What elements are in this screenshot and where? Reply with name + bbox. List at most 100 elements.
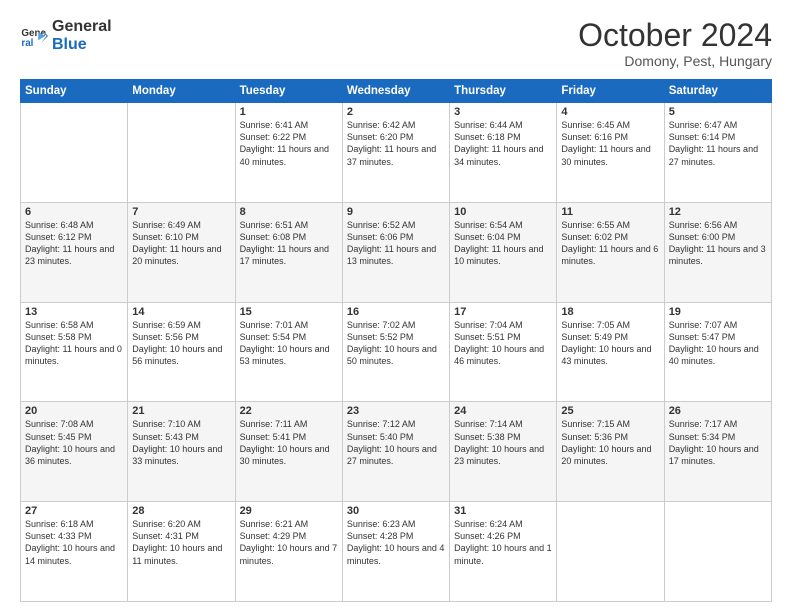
calendar-cell <box>557 502 664 602</box>
day-number: 14 <box>132 306 230 318</box>
day-number: 12 <box>669 206 767 218</box>
page: Gene ral General Blue October 2024 Domon… <box>0 0 792 612</box>
day-number: 13 <box>25 306 123 318</box>
calendar-cell: 25 Sunrise: 7:15 AMSunset: 5:36 PMDayligh… <box>557 402 664 502</box>
cell-text: Sunrise: 7:10 AMSunset: 5:43 PMDaylight:… <box>132 419 222 465</box>
calendar-cell: 6 Sunrise: 6:48 AMSunset: 6:12 PMDaylight… <box>21 202 128 302</box>
day-number: 11 <box>561 206 659 218</box>
cell-text: Sunrise: 7:01 AMSunset: 5:54 PMDaylight:… <box>240 320 330 366</box>
calendar-cell: 1 Sunrise: 6:41 AMSunset: 6:22 PMDaylight… <box>235 103 342 203</box>
calendar-cell: 11 Sunrise: 6:55 AMSunset: 6:02 PMDayligh… <box>557 202 664 302</box>
calendar-cell: 10Sunrise: 6:54 AMSunset: 6:04 PMDayligh… <box>450 202 557 302</box>
logo: Gene ral General Blue <box>20 18 112 53</box>
day-number: 22 <box>240 405 338 417</box>
main-title: October 2024 <box>578 18 772 53</box>
calendar-cell: 22 Sunrise: 7:11 AMSunset: 5:41 PMDayligh… <box>235 402 342 502</box>
logo-icon: Gene ral <box>20 22 48 50</box>
logo-line1: General <box>52 18 112 36</box>
calendar-cell: 30 Sunrise: 6:23 AMSunset: 4:28 PMDayligh… <box>342 502 449 602</box>
calendar-cell: 9 Sunrise: 6:52 AMSunset: 6:06 PMDaylight… <box>342 202 449 302</box>
calendar-cell: 3 Sunrise: 6:44 AMSunset: 6:18 PMDaylight… <box>450 103 557 203</box>
calendar-cell <box>21 103 128 203</box>
calendar-cell: 2Sunrise: 6:42 AMSunset: 6:20 PMDaylight… <box>342 103 449 203</box>
calendar-cell: 13Sunrise: 6:58 AMSunset: 5:58 PMDayligh… <box>21 302 128 402</box>
calendar-cell: 29 Sunrise: 6:21 AMSunset: 4:29 PMDayligh… <box>235 502 342 602</box>
cell-text: Sunrise: 7:05 AMSunset: 5:49 PMDaylight:… <box>561 320 651 366</box>
title-block: October 2024 Domony, Pest, Hungary <box>578 18 772 69</box>
cell-text: Sunrise: 6:52 AMSunset: 6:06 PMDaylight:… <box>347 220 436 266</box>
cell-text: Sunrise: 7:17 AMSunset: 5:34 PMDaylight:… <box>669 419 759 465</box>
cell-text: Sunrise: 7:11 AMSunset: 5:41 PMDaylight:… <box>240 419 330 465</box>
day-number: 10 <box>454 206 552 218</box>
cell-text: Sunrise: 6:21 AMSunset: 4:29 PMDaylight:… <box>240 519 338 565</box>
cell-text: Sunrise: 6:20 AMSunset: 4:31 PMDaylight:… <box>132 519 222 565</box>
day-header-saturday: Saturday <box>664 80 771 103</box>
day-header-monday: Monday <box>128 80 235 103</box>
day-number: 16 <box>347 306 445 318</box>
calendar-cell: 21 Sunrise: 7:10 AMSunset: 5:43 PMDayligh… <box>128 402 235 502</box>
cell-text: Sunrise: 6:51 AMSunset: 6:08 PMDaylight:… <box>240 220 329 266</box>
cell-text: Sunrise: 7:02 AMSunset: 5:52 PMDaylight:… <box>347 320 437 366</box>
calendar-cell <box>128 103 235 203</box>
calendar-cell: 4Sunrise: 6:45 AMSunset: 6:16 PMDaylight… <box>557 103 664 203</box>
calendar-cell: 17 Sunrise: 7:04 AMSunset: 5:51 PMDayligh… <box>450 302 557 402</box>
calendar-cell: 15Sunrise: 7:01 AMSunset: 5:54 PMDayligh… <box>235 302 342 402</box>
day-number: 4 <box>561 106 659 118</box>
cell-text: Sunrise: 6:56 AMSunset: 6:00 PMDaylight:… <box>669 220 766 266</box>
day-number: 19 <box>669 306 767 318</box>
calendar-cell: 31 Sunrise: 6:24 AMSunset: 4:26 PMDayligh… <box>450 502 557 602</box>
calendar-cell: 5Sunrise: 6:47 AMSunset: 6:14 PMDaylight… <box>664 103 771 203</box>
day-number: 9 <box>347 206 445 218</box>
calendar-cell: 7 Sunrise: 6:49 AMSunset: 6:10 PMDaylight… <box>128 202 235 302</box>
cell-text: Sunrise: 6:48 AMSunset: 6:12 PMDaylight:… <box>25 220 114 266</box>
day-number: 21 <box>132 405 230 417</box>
cell-text: Sunrise: 7:04 AMSunset: 5:51 PMDaylight:… <box>454 320 544 366</box>
day-number: 26 <box>669 405 767 417</box>
cell-text: Sunrise: 6:44 AMSunset: 6:18 PMDaylight:… <box>454 120 543 166</box>
calendar-cell: 26 Sunrise: 7:17 AMSunset: 5:34 PMDayligh… <box>664 402 771 502</box>
calendar-table: SundayMondayTuesdayWednesdayThursdayFrid… <box>20 79 772 602</box>
cell-text: Sunrise: 6:42 AMSunset: 6:20 PMDaylight:… <box>347 120 436 166</box>
header: Gene ral General Blue October 2024 Domon… <box>20 18 772 69</box>
day-number: 23 <box>347 405 445 417</box>
day-header-sunday: Sunday <box>21 80 128 103</box>
calendar-cell: 20 Sunrise: 7:08 AMSunset: 5:45 PMDayligh… <box>21 402 128 502</box>
calendar-cell: 14 Sunrise: 6:59 AMSunset: 5:56 PMDayligh… <box>128 302 235 402</box>
svg-text:ral: ral <box>21 37 33 48</box>
calendar-cell <box>664 502 771 602</box>
day-number: 8 <box>240 206 338 218</box>
day-number: 17 <box>454 306 552 318</box>
calendar-cell: 8 Sunrise: 6:51 AMSunset: 6:08 PMDaylight… <box>235 202 342 302</box>
day-number: 24 <box>454 405 552 417</box>
day-number: 18 <box>561 306 659 318</box>
day-number: 1 <box>240 106 338 118</box>
cell-text: Sunrise: 6:59 AMSunset: 5:56 PMDaylight:… <box>132 320 222 366</box>
cell-text: Sunrise: 6:55 AMSunset: 6:02 PMDaylight:… <box>561 220 658 266</box>
cell-text: Sunrise: 6:41 AMSunset: 6:22 PMDaylight:… <box>240 120 329 166</box>
logo-line2: Blue <box>52 36 112 54</box>
calendar-cell: 12 Sunrise: 6:56 AMSunset: 6:00 PMDayligh… <box>664 202 771 302</box>
day-number: 25 <box>561 405 659 417</box>
day-number: 20 <box>25 405 123 417</box>
calendar-cell: 28 Sunrise: 6:20 AMSunset: 4:31 PMDayligh… <box>128 502 235 602</box>
day-number: 31 <box>454 505 552 517</box>
day-number: 30 <box>347 505 445 517</box>
day-number: 6 <box>25 206 123 218</box>
calendar-cell: 23Sunrise: 7:12 AMSunset: 5:40 PMDayligh… <box>342 402 449 502</box>
cell-text: Sunrise: 6:49 AMSunset: 6:10 PMDaylight:… <box>132 220 221 266</box>
calendar-cell: 19Sunrise: 7:07 AMSunset: 5:47 PMDayligh… <box>664 302 771 402</box>
day-header-tuesday: Tuesday <box>235 80 342 103</box>
day-number: 5 <box>669 106 767 118</box>
cell-text: Sunrise: 7:08 AMSunset: 5:45 PMDaylight:… <box>25 419 115 465</box>
cell-text: Sunrise: 6:18 AMSunset: 4:33 PMDaylight:… <box>25 519 115 565</box>
day-number: 3 <box>454 106 552 118</box>
day-number: 28 <box>132 505 230 517</box>
subtitle: Domony, Pest, Hungary <box>578 53 772 69</box>
day-number: 7 <box>132 206 230 218</box>
cell-text: Sunrise: 7:15 AMSunset: 5:36 PMDaylight:… <box>561 419 651 465</box>
cell-text: Sunrise: 7:14 AMSunset: 5:38 PMDaylight:… <box>454 419 544 465</box>
cell-text: Sunrise: 6:23 AMSunset: 4:28 PMDaylight:… <box>347 519 445 565</box>
day-header-friday: Friday <box>557 80 664 103</box>
cell-text: Sunrise: 6:24 AMSunset: 4:26 PMDaylight:… <box>454 519 552 565</box>
day-number: 29 <box>240 505 338 517</box>
